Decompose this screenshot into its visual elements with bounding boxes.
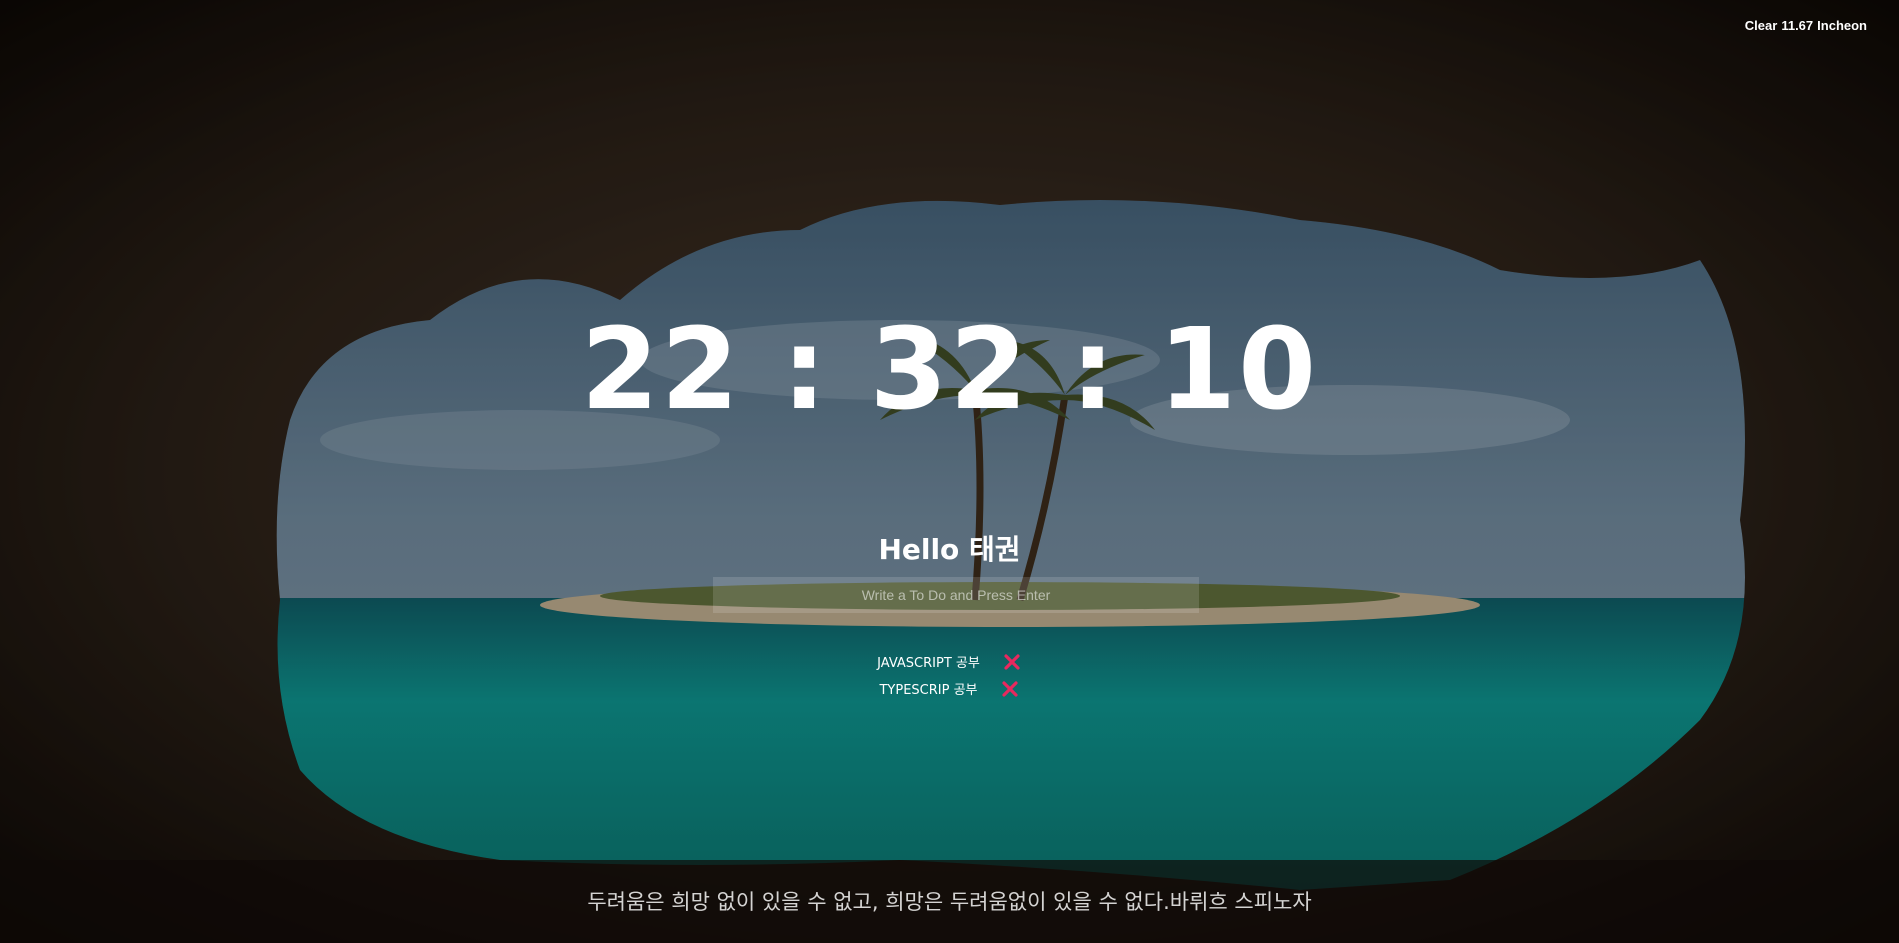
weather-temperature: 11.67 [1781,18,1814,33]
todo-item: TYPESCRIP 공부 [0,675,1899,702]
todo-input[interactable] [713,577,1199,613]
delete-todo-button[interactable] [1000,679,1020,699]
quote-text: 두려움은 희망 없이 있을 수 없고, 희망은 두려움없이 있을 수 없다.바뤼… [587,890,1312,914]
todo-item: JAVASCRIPT 공부 [0,648,1899,675]
todo-list: JAVASCRIPT 공부 TYPESCRIP 공부 [0,648,1899,702]
background-image [0,0,1899,943]
greeting: Hello 태권 [878,533,1021,566]
close-x-icon [1004,653,1020,670]
clock-separator: : [1070,305,1118,435]
weather-city: Incheon [1817,18,1867,33]
close-x-icon [1001,680,1018,697]
todo-item-text: TYPESCRIP 공부 [879,683,978,698]
weather-condition: Clear [1744,18,1778,33]
todo-item-text: JAVASCRIPT 공부 [877,656,980,671]
todo-form [713,577,1199,613]
clock-separator: : [781,305,829,435]
clock-minutes: 32 [869,305,1030,435]
weather-widget: Clear 11.67 Incheon [1745,18,1867,33]
delete-todo-button[interactable] [1002,652,1022,672]
clock-hours: 22 [580,305,741,435]
clock: 22 : 32 : 10 [0,300,1899,440]
clock-seconds: 10 [1158,305,1319,435]
